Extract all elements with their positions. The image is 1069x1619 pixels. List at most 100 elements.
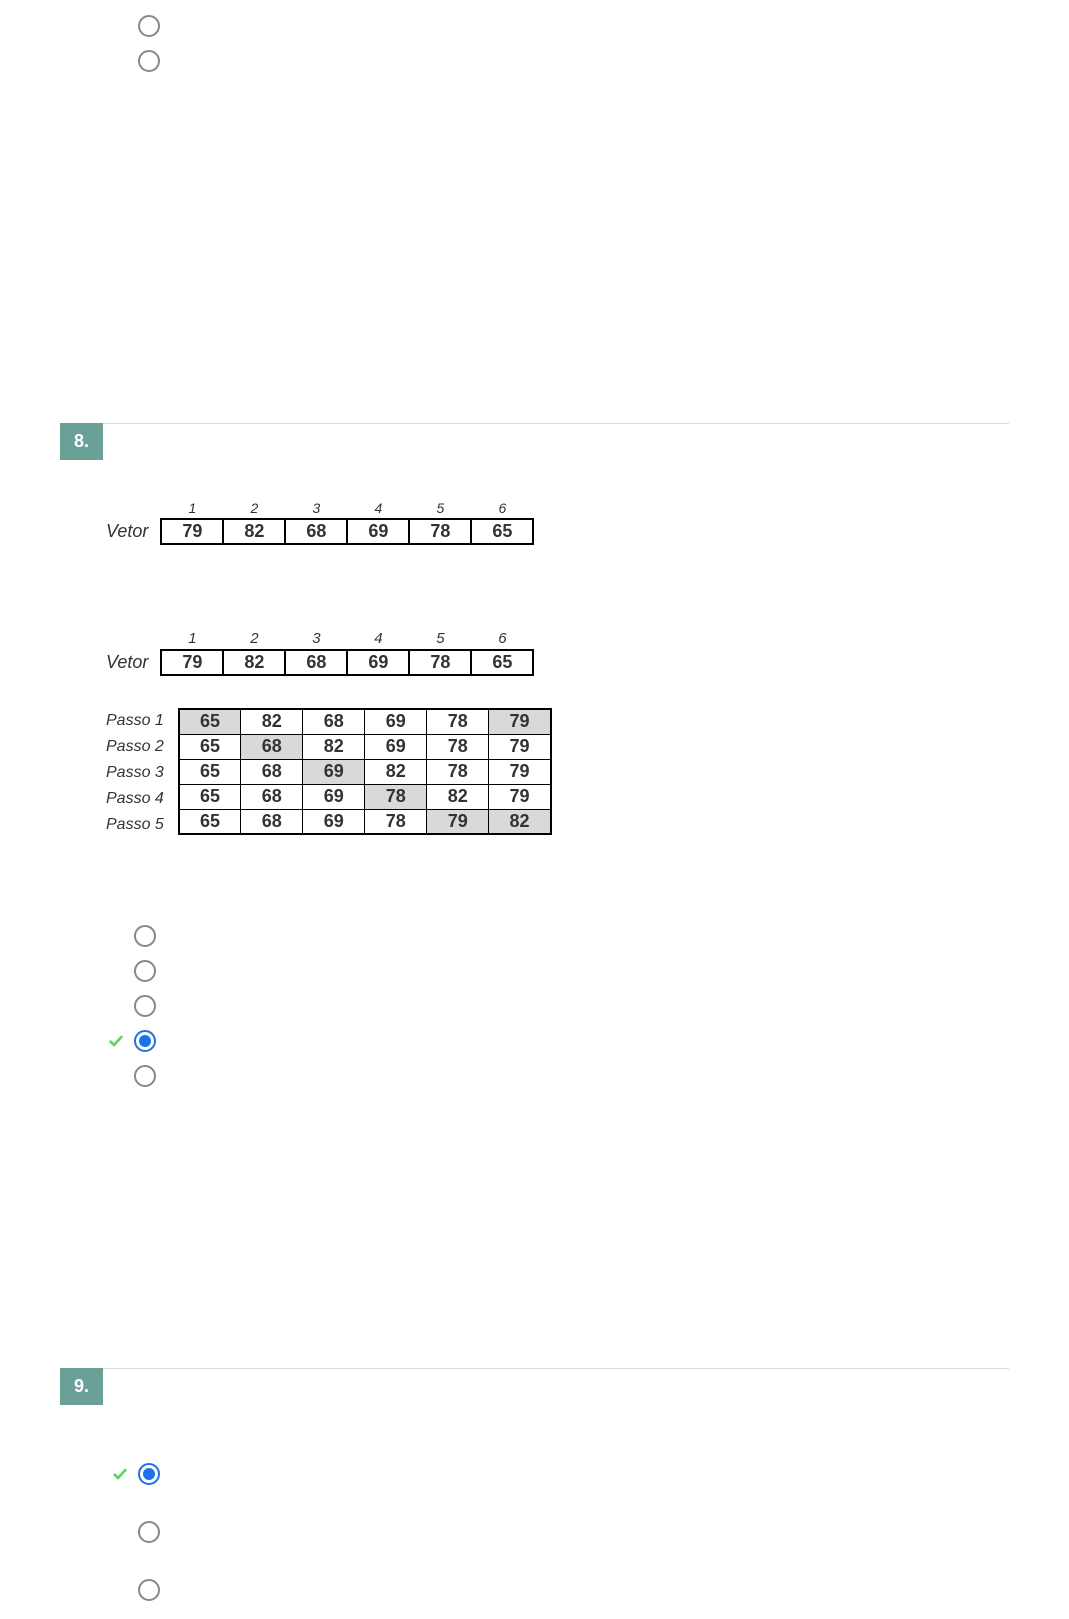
passo-cell: 79 [489, 759, 551, 784]
passo-cell: 69 [303, 759, 365, 784]
vetor-index: 6 [471, 500, 533, 519]
vetor-index: 4 [347, 630, 409, 650]
q8-option-radio[interactable] [134, 1030, 156, 1052]
passo-cell: 65 [179, 709, 241, 734]
vetor-cell: 78 [409, 650, 471, 675]
q9-option [110, 1503, 1009, 1561]
vetor-value-row: 79 82 68 69 78 65 [161, 650, 533, 675]
q8-option [106, 988, 1009, 1023]
q8-option [106, 1023, 1009, 1058]
vetor-label: Vetor [106, 521, 152, 545]
passo-cell: 65 [179, 809, 241, 834]
check-icon [110, 1466, 130, 1482]
passo-label: Passo 5 [106, 812, 170, 838]
passo-cell: 69 [303, 784, 365, 809]
passo-cell: 68 [303, 709, 365, 734]
passo-cell: 78 [427, 734, 489, 759]
passo-cell: 79 [489, 784, 551, 809]
q7-option-radio[interactable] [138, 50, 160, 72]
check-icon [106, 1033, 126, 1049]
passo-label: Passo 4 [106, 786, 170, 812]
passo-cell: 69 [365, 709, 427, 734]
q8-option-list [106, 918, 1009, 1093]
q8-option-radio[interactable] [134, 925, 156, 947]
q9-option-radio[interactable] [138, 1521, 160, 1543]
vetor-cell: 69 [347, 650, 409, 675]
passo-row: 65 68 69 78 82 79 [179, 784, 551, 809]
vetor-index: 3 [285, 630, 347, 650]
vetor-index: 1 [161, 630, 223, 650]
vetor-index: 2 [223, 500, 285, 519]
passo-cell: 78 [427, 709, 489, 734]
passo-cell: 69 [303, 809, 365, 834]
vetor-cell: 65 [471, 650, 533, 675]
passo-cell: 68 [241, 784, 303, 809]
passo-cell: 82 [241, 709, 303, 734]
vetor-block-2: Vetor 1 2 3 4 5 6 79 82 68 69 78 65 [106, 630, 1009, 676]
q7-option-list-tail [60, 0, 1009, 78]
passo-cell: 79 [489, 709, 551, 734]
passo-row: 65 68 69 82 78 79 [179, 759, 551, 784]
vetor-block-1: Vetor 1 2 3 4 5 6 79 82 68 69 78 65 [106, 500, 1009, 545]
vetor-cell: 68 [285, 650, 347, 675]
vetor-index: 6 [471, 630, 533, 650]
passo-cell: 65 [179, 734, 241, 759]
passo-cell: 78 [427, 759, 489, 784]
q8-option [106, 953, 1009, 988]
question-separator [60, 1368, 1009, 1369]
vetor-table-2: 1 2 3 4 5 6 79 82 68 69 78 65 [160, 630, 534, 676]
passo-table: 65 82 68 69 78 79 65 68 82 69 78 79 65 [178, 708, 552, 835]
passo-row: 65 82 68 69 78 79 [179, 709, 551, 734]
vetor-table-1: 1 2 3 4 5 6 79 82 68 69 78 65 [160, 500, 534, 545]
vetor-index: 5 [409, 630, 471, 650]
q9-option-radio[interactable] [138, 1579, 160, 1601]
vetor-cell: 65 [471, 519, 533, 544]
passo-cell: 82 [365, 759, 427, 784]
vetor-cell: 69 [347, 519, 409, 544]
q7-option [110, 8, 1009, 43]
vetor-index: 1 [161, 500, 223, 519]
q9-option [110, 1445, 1009, 1503]
q9-option-radio[interactable] [138, 1463, 160, 1485]
q7-option [110, 43, 1009, 78]
passo-label: Passo 3 [106, 760, 170, 786]
vetor-cell: 82 [223, 519, 285, 544]
question-number-badge: 9. [60, 1368, 103, 1405]
passo-cell: 82 [303, 734, 365, 759]
vetor-cell: 78 [409, 519, 471, 544]
passo-cell: 65 [179, 759, 241, 784]
vetor-cell: 79 [161, 519, 223, 544]
q8-option-radio[interactable] [134, 960, 156, 982]
question-number-badge: 8. [60, 423, 103, 460]
page-container: 8. Vetor 1 2 3 4 5 6 79 82 68 69 78 [0, 0, 1069, 1619]
passo-cell: 68 [241, 734, 303, 759]
vetor-index: 4 [347, 500, 409, 519]
q9-option-list [60, 1405, 1009, 1619]
vetor-value-row: 79 82 68 69 78 65 [161, 519, 533, 544]
vetor-label: Vetor [106, 652, 152, 676]
q8-option-radio[interactable] [134, 1065, 156, 1087]
vetor-index: 2 [223, 630, 285, 650]
passo-cell: 78 [365, 784, 427, 809]
passo-cell: 69 [365, 734, 427, 759]
passo-cell: 65 [179, 784, 241, 809]
q8-option-radio[interactable] [134, 995, 156, 1017]
vetor-index-row: 1 2 3 4 5 6 [161, 630, 533, 650]
q8-content: Vetor 1 2 3 4 5 6 79 82 68 69 78 65 [60, 460, 1009, 1093]
passo-cell: 82 [427, 784, 489, 809]
vetor-index-row: 1 2 3 4 5 6 [161, 500, 533, 519]
passo-label: Passo 1 [106, 708, 170, 734]
passo-cell: 68 [241, 809, 303, 834]
vetor-index: 3 [285, 500, 347, 519]
q8-option [106, 1058, 1009, 1093]
passo-block: Passo 1 Passo 2 Passo 3 Passo 4 Passo 5 … [106, 708, 1009, 838]
passo-cell: 68 [241, 759, 303, 784]
passo-labels: Passo 1 Passo 2 Passo 3 Passo 4 Passo 5 [106, 708, 170, 838]
passo-row: 65 68 82 69 78 79 [179, 734, 551, 759]
passo-label: Passo 2 [106, 734, 170, 760]
passo-cell: 79 [427, 809, 489, 834]
passo-cell: 82 [489, 809, 551, 834]
q8-option [106, 918, 1009, 953]
q7-option-radio[interactable] [138, 15, 160, 37]
passo-cell: 79 [489, 734, 551, 759]
